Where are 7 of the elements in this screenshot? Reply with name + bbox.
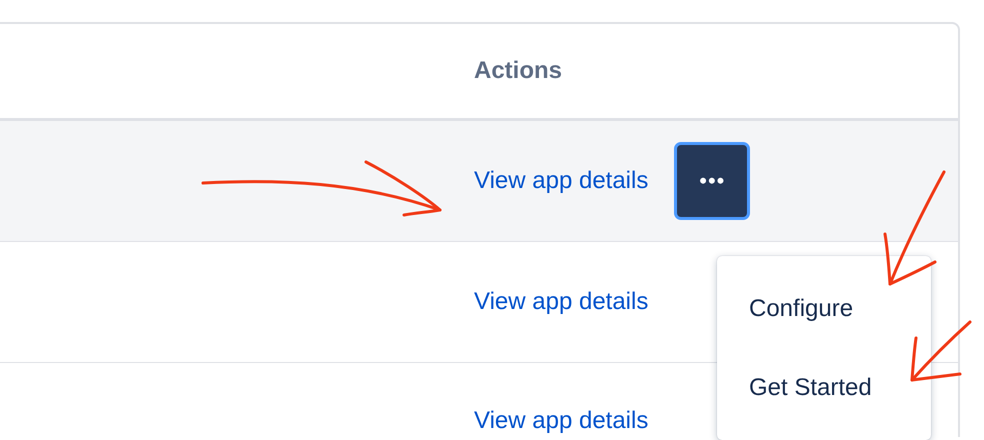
more-button[interactable]: ••• bbox=[674, 142, 750, 220]
view-details-link[interactable]: View app details bbox=[474, 407, 648, 436]
menu-item[interactable]: Configure bbox=[717, 269, 931, 348]
view-details-link[interactable]: View app details bbox=[474, 284, 648, 320]
view-details-link[interactable]: View app details bbox=[474, 163, 648, 199]
menu-item[interactable]: Get Started bbox=[717, 348, 931, 427]
column-header: Actions bbox=[474, 56, 562, 86]
